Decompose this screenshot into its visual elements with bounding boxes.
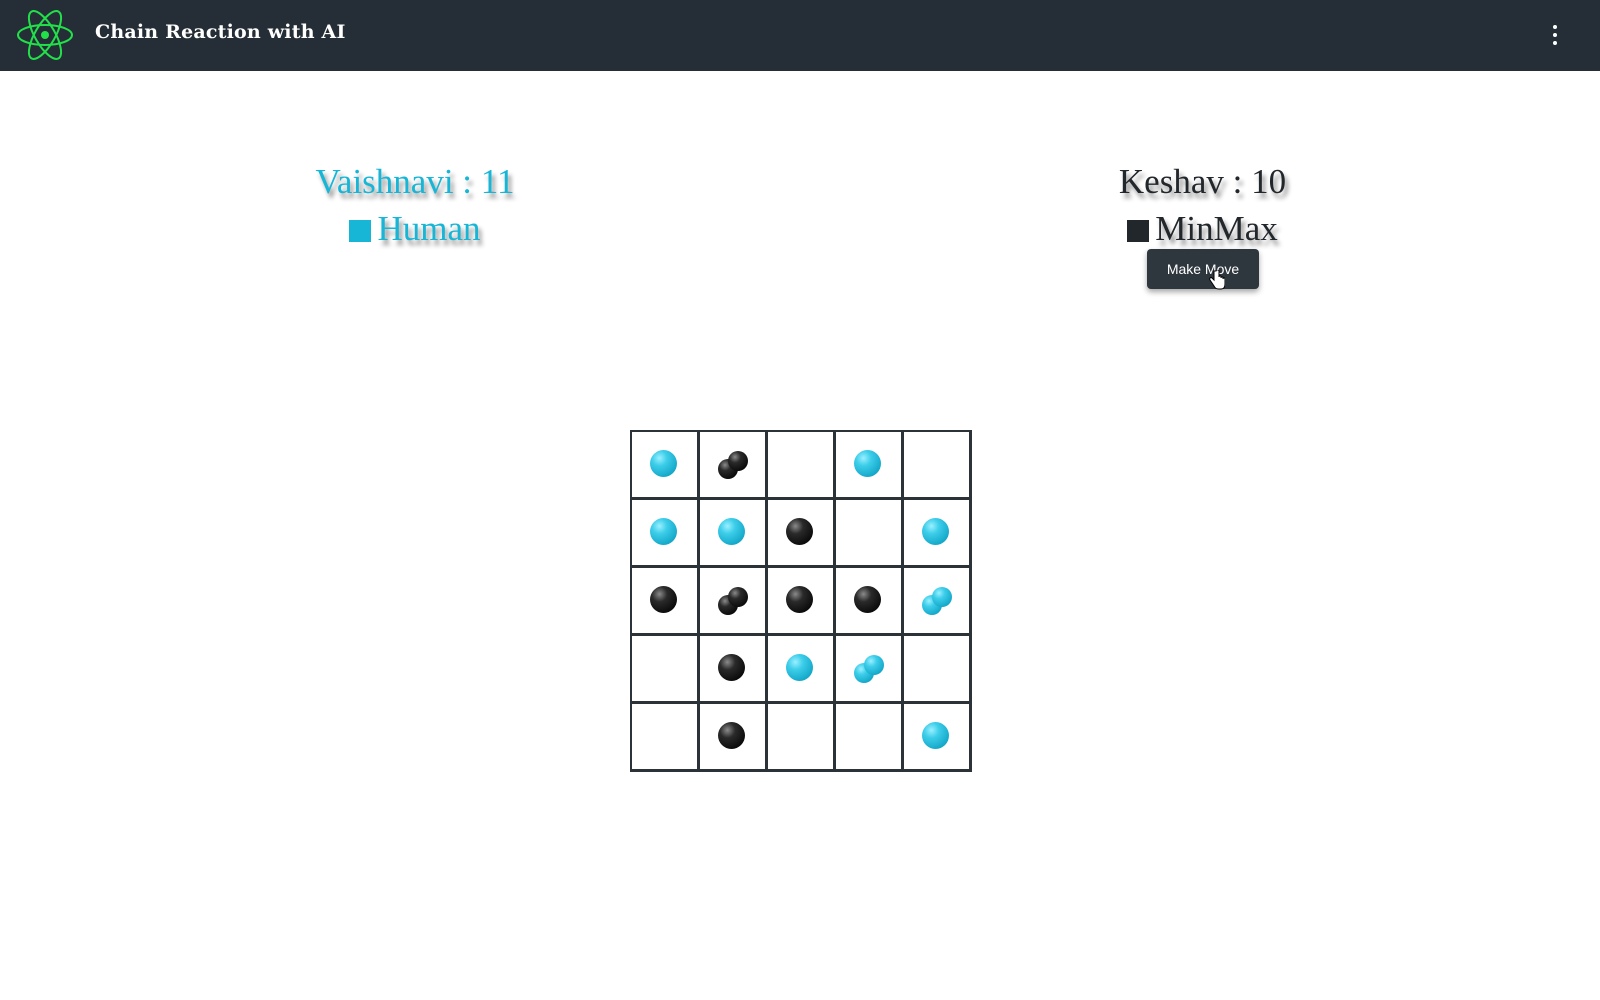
board-cell[interactable]	[632, 500, 700, 568]
board-cell[interactable]	[700, 568, 768, 636]
board-cell[interactable]	[700, 432, 768, 500]
black-orb	[650, 586, 677, 613]
board-cell[interactable]	[768, 636, 836, 704]
player-two-score: Keshav : 10	[1118, 162, 1287, 201]
board-cell[interactable]	[836, 636, 904, 704]
atom-icon[interactable]	[16, 8, 74, 62]
black-orb	[728, 587, 748, 607]
cyan-orb	[650, 518, 677, 545]
board-cell[interactable]	[836, 568, 904, 636]
game-board	[630, 430, 972, 772]
app-header: Chain Reaction with AI	[0, 0, 1600, 71]
board-cell[interactable]	[836, 500, 904, 568]
player-one-type: Human	[300, 209, 530, 249]
player-two-color-swatch	[1127, 220, 1150, 242]
board-cell[interactable]	[768, 500, 836, 568]
board-cell[interactable]	[904, 500, 972, 568]
black-orb	[728, 451, 748, 471]
board-cell[interactable]	[768, 704, 836, 772]
board-cell[interactable]	[632, 432, 700, 500]
board-cell[interactable]	[836, 704, 904, 772]
black-orb	[718, 722, 745, 749]
more-vertical-icon[interactable]	[1540, 20, 1570, 50]
cyan-orb	[922, 518, 949, 545]
board-cell[interactable]	[700, 636, 768, 704]
board-cell[interactable]	[904, 636, 972, 704]
player-two-panel: Keshav : 10 MinMax	[1095, 162, 1310, 249]
board-cell[interactable]	[768, 432, 836, 500]
cyan-orb	[854, 450, 881, 477]
make-move-button[interactable]: Make Move	[1147, 249, 1259, 289]
player-one-panel: Vaishnavi : 11 Human	[300, 162, 530, 249]
player-two-type-label: MinMax	[1155, 209, 1278, 248]
black-orb	[786, 518, 813, 545]
black-orb	[854, 586, 881, 613]
board-cell[interactable]	[768, 568, 836, 636]
cyan-orb	[922, 722, 949, 749]
board-cell[interactable]	[904, 568, 972, 636]
board-cell[interactable]	[632, 704, 700, 772]
board-cell[interactable]	[700, 704, 768, 772]
black-orb	[718, 654, 745, 681]
cyan-orb	[932, 587, 952, 607]
player-one-type-label: Human	[377, 209, 481, 248]
board-cell[interactable]	[632, 636, 700, 704]
cyan-orb	[864, 655, 884, 675]
board-cell[interactable]	[632, 568, 700, 636]
cyan-orb	[718, 518, 745, 545]
board-cell[interactable]	[904, 432, 972, 500]
cyan-orb	[786, 654, 813, 681]
board-cell[interactable]	[700, 500, 768, 568]
cyan-orb	[650, 450, 677, 477]
player-two-type: MinMax	[1095, 209, 1310, 249]
player-one-score: Vaishnavi : 11	[315, 162, 515, 201]
board-cell[interactable]	[904, 704, 972, 772]
board-cell[interactable]	[836, 432, 904, 500]
black-orb	[786, 586, 813, 613]
app-title: Chain Reaction with AI	[95, 21, 346, 43]
player-one-color-swatch	[349, 220, 372, 242]
hand-cursor-icon	[1209, 270, 1225, 290]
